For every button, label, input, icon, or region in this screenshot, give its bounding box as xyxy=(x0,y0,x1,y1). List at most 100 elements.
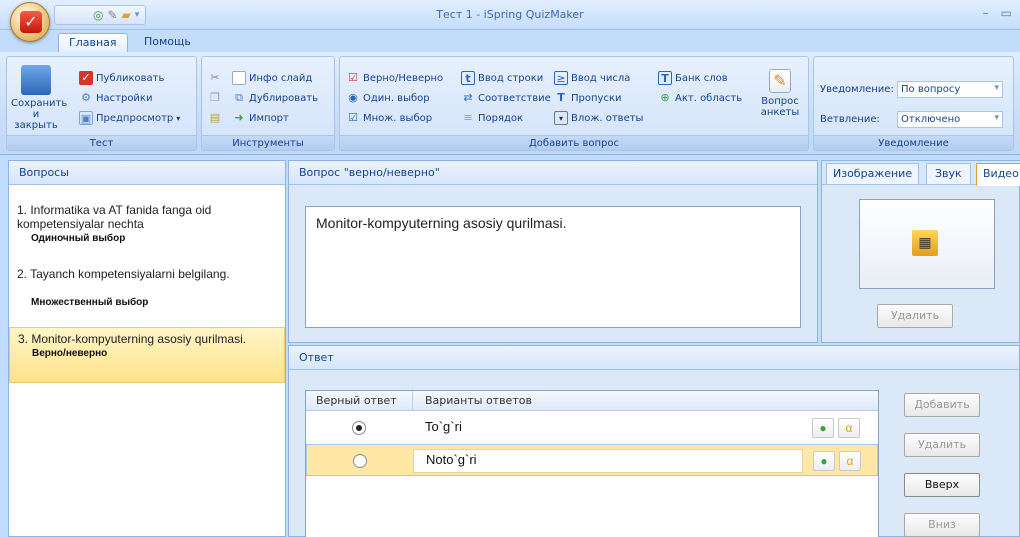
duplicate-button[interactable]: ⧉ Дублировать xyxy=(232,91,318,105)
move-down-button[interactable]: Вниз xyxy=(904,513,980,537)
group-notification: Уведомление: По вопросу ▾ Ветвление: Откл… xyxy=(813,56,1014,151)
answer-text[interactable]: To`g`ri xyxy=(425,419,462,434)
slide-icon xyxy=(232,71,246,85)
short-answer-button[interactable]: t Ввод строки xyxy=(461,71,543,85)
numeric-icon: ≥ xyxy=(554,71,568,85)
answer-row[interactable]: To`g`ri ● α xyxy=(306,414,878,442)
copy-button[interactable]: ❐ xyxy=(208,91,222,105)
group-add-question-label: Добавить вопрос xyxy=(340,135,808,150)
import-button[interactable]: ➜ Импорт xyxy=(232,111,288,125)
preview-icon: ▣ xyxy=(79,111,93,125)
cut-button[interactable]: ✂ xyxy=(208,71,222,85)
answer-feedback-icon[interactable]: ● xyxy=(812,418,834,438)
answer-row[interactable]: Noto`g`ri ● α xyxy=(306,444,878,476)
group-notification-label: Уведомление xyxy=(814,135,1013,150)
move-up-button[interactable]: Вверх xyxy=(904,473,980,497)
answer-feedback-icon[interactable]: ● xyxy=(813,451,835,471)
tab-home[interactable]: Главная xyxy=(58,33,128,52)
matching-icon: ⇄ xyxy=(463,91,473,104)
formula-icon[interactable]: α xyxy=(838,418,860,438)
answers-panel: Ответ Верный ответ Варианты ответов To`g… xyxy=(288,345,1020,537)
maximize-button[interactable]: ▭ xyxy=(1001,6,1012,20)
group-tools-label: Инструменты xyxy=(202,135,334,150)
numeric-button[interactable]: ≥ Ввод числа xyxy=(554,71,630,85)
feedback-label: Уведомление: xyxy=(820,84,894,95)
publish-button[interactable]: ✓ Публиковать xyxy=(79,71,164,85)
app-menu-button[interactable]: ✓ xyxy=(10,2,50,42)
save-icon xyxy=(21,65,51,95)
dropdown-icon: ▾ xyxy=(554,111,568,125)
chevron-down-icon: ▾ xyxy=(176,113,181,123)
answers-panel-title: Ответ xyxy=(289,346,1019,370)
question-editor-title: Вопрос "верно/неверно" xyxy=(289,161,817,185)
add-answer-button[interactable]: Добавить xyxy=(904,393,980,417)
question-item-2[interactable]: 2. Tayanch kompetensiyalarni belgilang. … xyxy=(13,267,281,308)
question-item-1[interactable]: 1. Informatika va AT fanida fanga oid ko… xyxy=(13,203,281,244)
publish-icon: ✓ xyxy=(79,71,93,85)
paste-icon: ▤ xyxy=(209,111,221,124)
video-folder-icon: ▦ xyxy=(912,230,938,256)
question-text-input[interactable]: Monitor-kompyuterning asosiy qurilmasi. xyxy=(305,206,801,328)
sequence-button[interactable]: ≡ Порядок xyxy=(461,111,523,125)
radio-icon: ◉ xyxy=(348,91,358,104)
tab-sound[interactable]: Звук xyxy=(926,163,971,185)
minimize-button[interactable]: – xyxy=(983,6,989,20)
tab-help[interactable]: Помощь xyxy=(134,33,201,52)
hotspot-icon: ⊕ xyxy=(660,91,670,104)
word-bank-button[interactable]: T Банк слов xyxy=(658,71,728,85)
info-slide-button[interactable]: Инфо слайд xyxy=(232,71,312,85)
gear-icon: ⚙ xyxy=(81,91,91,104)
group-test: Сохранить и закрыть ✓ Публиковать ⚙ Настро… xyxy=(6,56,197,151)
save-and-close-button[interactable]: Сохранить и закрыть xyxy=(11,65,67,131)
branching-label: Ветвление: xyxy=(820,114,880,125)
copy-icon: ❐ xyxy=(210,91,220,104)
window-title: Тест 1 - iSpring QuizMaker xyxy=(436,8,584,21)
single-choice-button[interactable]: ◉ Один. выбор xyxy=(346,91,429,105)
hotspot-button[interactable]: ⊕ Акт. область xyxy=(658,91,742,105)
true-false-icon: ☑ xyxy=(348,71,358,84)
chevron-down-icon: ▾ xyxy=(994,113,999,123)
survey-icon: ✎ xyxy=(769,69,791,93)
dropdowns-button[interactable]: ▾ Влож. ответы xyxy=(554,111,643,125)
questions-panel: Вопросы 1. Informatika va AT fanida fang… xyxy=(8,160,286,537)
ribbon: Сохранить и закрыть ✓ Публиковать ⚙ Настро… xyxy=(0,52,1020,155)
app-logo-icon: ✓ xyxy=(20,11,42,33)
paste-button[interactable]: ▤ xyxy=(208,111,222,125)
answers-table-header: Верный ответ Варианты ответов xyxy=(306,391,878,411)
column-correct: Верный ответ xyxy=(316,394,397,407)
media-panel: Изображение Звук Видео ▦ Удалить xyxy=(821,160,1020,343)
word-bank-icon: T xyxy=(658,71,672,85)
preview-button[interactable]: ▣ Предпросмотр ▾ xyxy=(79,111,180,125)
delete-answer-button[interactable]: Удалить xyxy=(904,433,980,457)
checkbox-icon: ☑ xyxy=(348,111,358,124)
group-test-label: Тест xyxy=(7,135,196,150)
correct-radio[interactable] xyxy=(352,421,366,435)
true-false-button[interactable]: ☑ Верно/Неверно xyxy=(346,71,443,85)
import-icon: ➜ xyxy=(234,111,244,124)
duplicate-icon: ⧉ xyxy=(235,91,243,104)
questions-panel-title: Вопросы xyxy=(9,161,285,185)
survey-question-button[interactable]: ✎ Вопрос анкеты xyxy=(756,69,804,118)
branching-select[interactable]: Отключено ▾ xyxy=(897,111,1003,128)
question-editor-panel: Вопрос "верно/неверно" Monitor-kompyuter… xyxy=(288,160,818,343)
fill-blanks-button[interactable]: T Пропуски xyxy=(554,91,621,105)
question-item-3[interactable]: 3. Monitor-kompyuterning asosiy qurilmas… xyxy=(9,327,285,383)
media-delete-button[interactable]: Удалить xyxy=(877,304,953,328)
formula-icon[interactable]: α xyxy=(839,451,861,471)
matching-button[interactable]: ⇄ Соответствие xyxy=(461,91,550,105)
tab-image[interactable]: Изображение xyxy=(826,163,920,185)
scissors-icon: ✂ xyxy=(210,71,220,84)
group-add-question: ☑ Верно/Неверно ◉ Один. выбор ☑ Множ. выбор… xyxy=(339,56,809,151)
add-video-button[interactable]: ▦ xyxy=(859,199,995,289)
feedback-select[interactable]: По вопросу ▾ xyxy=(897,81,1003,98)
ribbon-tabs: Главная Помощь xyxy=(0,30,1020,52)
title-bar: ✓ ◎ ✎ ▰ ▾ Тест 1 - iSpring QuizMaker – ▭ xyxy=(0,0,1020,42)
tab-video[interactable]: Видео xyxy=(976,163,1020,186)
sequence-icon: ≡ xyxy=(463,111,473,124)
settings-button[interactable]: ⚙ Настройки xyxy=(79,91,152,105)
text-input-icon: t xyxy=(461,71,475,85)
correct-radio[interactable] xyxy=(353,454,367,468)
group-tools: ✂ ❐ ▤ Инфо слайд ⧉ Дублировать ➜ Импорт Ин… xyxy=(201,56,335,151)
multiple-choice-button[interactable]: ☑ Множ. выбор xyxy=(346,111,432,125)
answer-text[interactable]: Noto`g`ri xyxy=(426,452,477,467)
